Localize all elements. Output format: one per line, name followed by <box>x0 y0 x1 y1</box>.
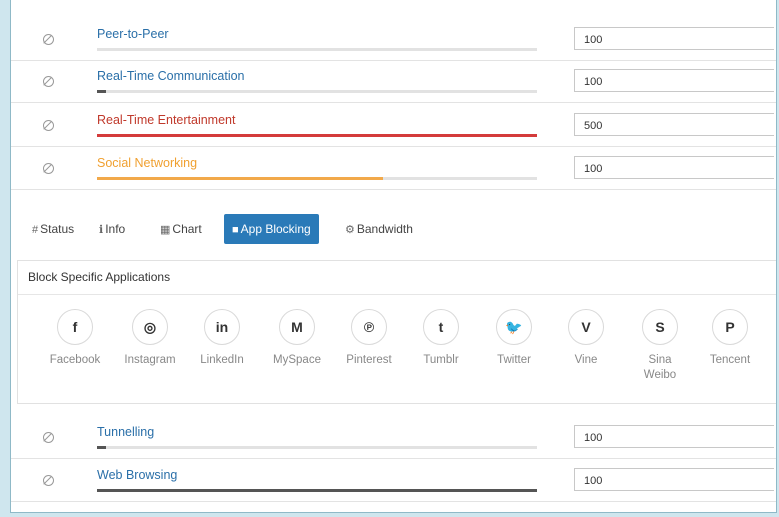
app-label: Vine <box>574 354 598 366</box>
block-icon[interactable] <box>43 163 54 174</box>
limit-input[interactable]: 100 <box>574 468 774 491</box>
instagram-icon[interactable]: ◎ <box>132 309 168 345</box>
app-myspace[interactable]: M MySpace <box>260 309 334 368</box>
vine-icon[interactable]: V <box>568 309 604 345</box>
category-name[interactable]: Web Browsing <box>97 468 177 482</box>
usage-bar <box>97 134 537 137</box>
usage-bar-fill <box>97 446 106 449</box>
divider <box>18 294 776 295</box>
limit-input[interactable]: 100 <box>574 425 774 448</box>
square-icon: ■ <box>232 224 239 236</box>
app-label: LinkedIn <box>200 354 244 366</box>
category-name[interactable]: Tunnelling <box>97 425 154 439</box>
limit-input[interactable]: 100 <box>574 27 774 50</box>
tab-label: Chart <box>172 222 202 236</box>
usage-bar-fill <box>97 177 383 180</box>
panel-title: Block Specific Applications <box>28 270 171 284</box>
tumblr-icon[interactable]: t <box>423 309 459 345</box>
tab-bandwidth[interactable]: ⚙ Bandwidth <box>341 214 417 244</box>
app-label: Tencent <box>709 354 751 366</box>
tab-bar: # Status ℹ Info ▦ Chart ■ App Blocking ⚙ Band… <box>11 207 776 244</box>
usage-bar <box>97 48 537 51</box>
limit-input[interactable]: 500 <box>574 113 774 136</box>
tab-label: App Blocking <box>240 222 311 236</box>
limit-input[interactable]: 100 <box>574 156 774 179</box>
block-icon[interactable] <box>43 34 54 45</box>
app-facebook[interactable]: f Facebook <box>38 309 112 368</box>
block-icon[interactable] <box>43 120 54 131</box>
pinterest-icon[interactable]: ℗ <box>351 309 387 345</box>
category-row-real-time-entertainment: Real-Time Entertainment 500 <box>11 104 776 147</box>
tab-label: Info <box>105 222 126 236</box>
tab-status[interactable]: # Status <box>28 214 78 244</box>
tab-info[interactable]: ℹ Info <box>95 214 129 244</box>
app-label: Facebook <box>49 354 101 366</box>
block-icon[interactable] <box>43 432 54 443</box>
category-row-web-browsing: Web Browsing 100 <box>11 459 776 502</box>
usage-bar-fill <box>97 90 106 93</box>
app-blocking-panel: Block Specific Applications f Facebook ◎… <box>17 260 776 404</box>
category-name[interactable]: Social Networking <box>97 156 197 170</box>
tab-label: Status <box>40 222 75 236</box>
block-icon[interactable] <box>43 76 54 87</box>
app-label: MySpace <box>273 354 321 366</box>
usage-bar <box>97 90 537 93</box>
chart-icon: ▦ <box>160 224 171 236</box>
hash-icon: # <box>32 224 39 236</box>
app-label: Pinterest <box>346 354 392 366</box>
app-twitter[interactable]: 🐦 Twitter <box>477 309 551 368</box>
app-tencent[interactable]: P Tencent <box>693 309 767 368</box>
limit-input[interactable]: 100 <box>574 69 774 92</box>
sina-weibo-icon[interactable]: S <box>642 309 678 345</box>
app-tumblr[interactable]: t Tumblr <box>404 309 478 368</box>
app-instagram[interactable]: ◎ Instagram <box>113 309 187 368</box>
info-icon: ℹ <box>99 224 104 236</box>
tencent-icon[interactable]: P <box>712 309 748 345</box>
app-label: Sina Weibo <box>643 354 677 381</box>
usage-bar <box>97 446 537 449</box>
usage-bar <box>97 489 537 492</box>
app-frame: Peer-to-Peer 100 Real-Time Communication… <box>10 0 777 513</box>
app-label: Tumblr <box>423 354 459 366</box>
tab-label: Bandwidth <box>356 222 413 236</box>
app-label: Instagram <box>124 354 176 366</box>
block-icon[interactable] <box>43 475 54 486</box>
twitter-icon[interactable]: 🐦 <box>496 309 532 345</box>
app-label: Twitter <box>497 354 531 366</box>
facebook-icon[interactable]: f <box>57 309 93 345</box>
category-row-real-time-communication: Real-Time Communication 100 <box>11 60 776 103</box>
usage-bar-fill <box>97 134 537 137</box>
linkedin-icon[interactable]: in <box>204 309 240 345</box>
category-row-peer-to-peer: Peer-to-Peer 100 <box>11 18 776 61</box>
usage-bar-fill <box>97 489 537 492</box>
category-row-tunnelling: Tunnelling 100 <box>11 416 776 459</box>
app-pinterest[interactable]: ℗ Pinterest <box>332 309 406 368</box>
tab-app-blocking[interactable]: ■ App Blocking <box>224 214 319 244</box>
app-vine[interactable]: V Vine <box>549 309 623 368</box>
tab-chart[interactable]: ▦ Chart <box>156 214 206 244</box>
category-name[interactable]: Real-Time Entertainment <box>97 113 235 127</box>
category-name[interactable]: Peer-to-Peer <box>97 27 169 41</box>
myspace-icon[interactable]: M <box>279 309 315 345</box>
app-sina-weibo[interactable]: S Sina Weibo <box>623 309 697 383</box>
category-row-social-networking: Social Networking 100 <box>11 147 776 190</box>
app-linkedin[interactable]: in LinkedIn <box>185 309 259 368</box>
category-name[interactable]: Real-Time Communication <box>97 69 245 83</box>
usage-bar <box>97 177 537 180</box>
gears-icon: ⚙ <box>345 224 355 236</box>
